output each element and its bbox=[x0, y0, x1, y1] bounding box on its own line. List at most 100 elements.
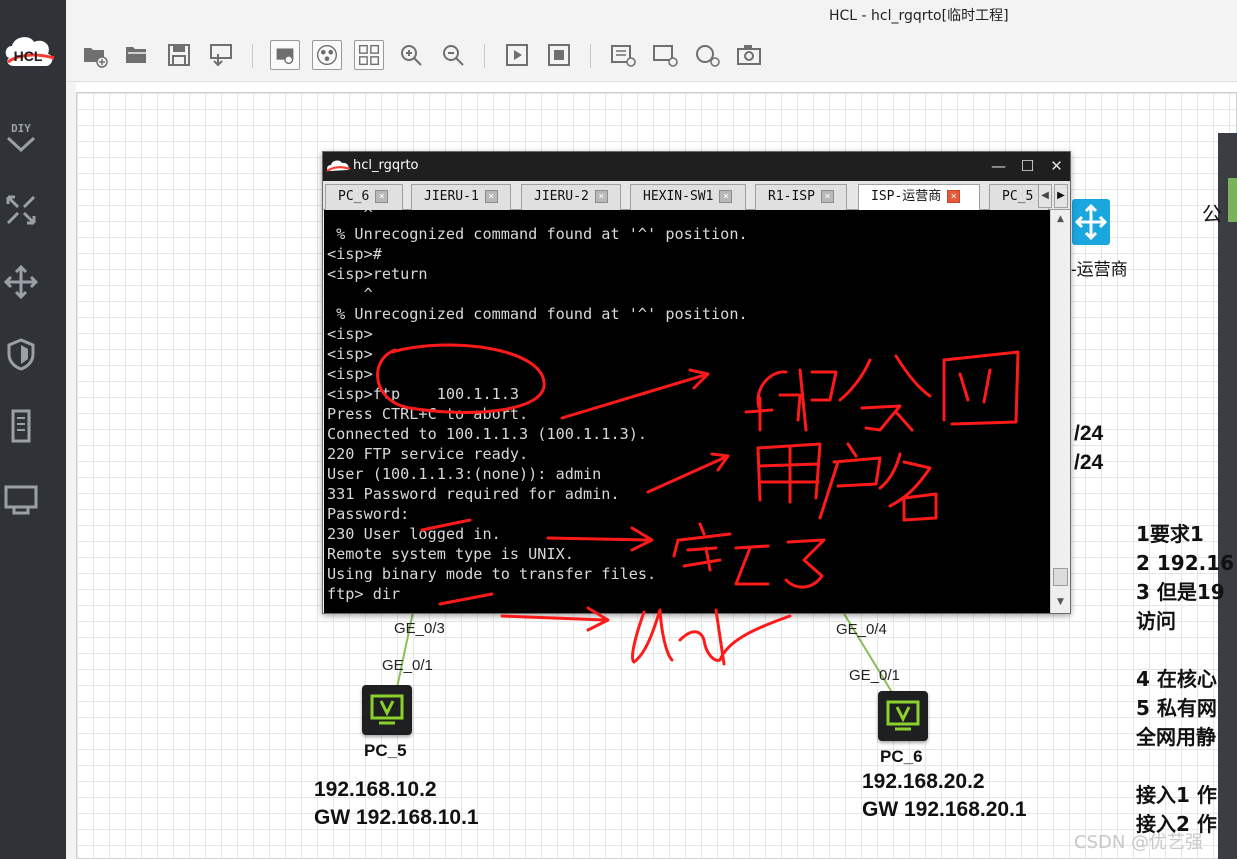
terminal-line: Using binary mode to transfer files. bbox=[327, 565, 657, 583]
isp-device-label: -运营商 bbox=[1071, 255, 1128, 280]
subnet-label-2: /24 bbox=[1074, 451, 1104, 474]
pc5-device-icon[interactable] bbox=[362, 685, 412, 735]
export-icon[interactable] bbox=[206, 40, 236, 70]
terminal-line: <isp> bbox=[327, 365, 373, 383]
tab-isp-operator[interactable]: ISP-运营商 × bbox=[858, 184, 980, 210]
save-icon[interactable] bbox=[164, 40, 194, 70]
terminal-tabbar: PC_6 × JIERU-1 × JIERU-2 × HEXIN-SW1 × R1-IS… bbox=[323, 181, 1070, 210]
add-rectangle-icon[interactable] bbox=[650, 40, 680, 70]
terminal-line: Connected to 100.1.1.3 (100.1.1.3). bbox=[327, 425, 648, 443]
router-icon[interactable] bbox=[4, 193, 38, 227]
add-text-icon[interactable] bbox=[608, 40, 638, 70]
start-all-icon[interactable] bbox=[502, 40, 532, 70]
add-ellipse-icon[interactable] bbox=[692, 40, 722, 70]
tab-label: ISP-运营商 bbox=[871, 189, 942, 204]
terminal-line: Password: bbox=[327, 505, 410, 523]
note-line: 3 但是19 bbox=[1136, 580, 1225, 604]
close-button[interactable]: ✕ bbox=[1042, 152, 1071, 181]
note-line: 2 192.16 bbox=[1136, 551, 1235, 575]
zoom-in-icon[interactable] bbox=[396, 40, 426, 70]
hcl-cloud-icon bbox=[326, 160, 351, 172]
svg-text:HCL: HCL bbox=[14, 48, 43, 64]
toolbar-separator bbox=[252, 44, 253, 68]
diy-icon[interactable]: DIY bbox=[4, 118, 38, 152]
tab-scroll-right-icon[interactable]: ▶ bbox=[1054, 184, 1068, 208]
tab-close-icon[interactable]: × bbox=[484, 190, 498, 203]
terminal-line: <isp>return bbox=[327, 265, 428, 283]
svg-text:DIY: DIY bbox=[11, 122, 31, 135]
offscreen-device-icon bbox=[1228, 178, 1237, 222]
terminal-titlebar[interactable]: hcl_rgqrto — ☐ ✕ bbox=[323, 152, 1070, 181]
pc6-ip: 192.168.20.2 bbox=[862, 770, 985, 793]
pc6-gateway: GW 192.168.20.1 bbox=[862, 798, 1027, 821]
terminal-output[interactable]: ^ % Unrecognized command found at '^' po… bbox=[324, 210, 1050, 613]
tab-label: PC_5 bbox=[1002, 189, 1034, 204]
tab-close-icon[interactable]: × bbox=[820, 190, 834, 203]
server-icon[interactable] bbox=[4, 409, 38, 443]
tab-close-icon[interactable]: × bbox=[719, 190, 733, 203]
left-sidebar: HCL DIY bbox=[0, 0, 66, 859]
tab-close-icon[interactable]: × bbox=[594, 190, 608, 203]
terminal-line: 220 FTP service ready. bbox=[327, 445, 529, 463]
terminal-line: ^ bbox=[327, 285, 373, 303]
pc5-ip: 192.168.10.2 bbox=[314, 778, 437, 801]
tab-hexin-sw1[interactable]: HEXIN-SW1 × bbox=[630, 184, 746, 210]
maximize-button[interactable]: ☐ bbox=[1013, 152, 1042, 181]
notes-block: 1要求1 2 192.16 3 但是19 访问 4 在核心 5 私有网 全网用静… bbox=[1136, 520, 1234, 839]
port-label-pc5-lower: GE_0/1 bbox=[382, 657, 433, 674]
switch-icon[interactable] bbox=[4, 265, 38, 299]
new-project-icon[interactable] bbox=[80, 40, 110, 70]
tab-close-icon[interactable]: × bbox=[375, 190, 389, 203]
scroll-down-icon[interactable]: ▼ bbox=[1054, 596, 1067, 609]
scroll-up-icon[interactable]: ▲ bbox=[1054, 213, 1067, 226]
pc-monitor-icon bbox=[370, 694, 404, 725]
note-line: 全网用静 bbox=[1136, 725, 1216, 749]
tab-label: HEXIN-SW1 bbox=[643, 189, 714, 204]
terminal-icon[interactable] bbox=[4, 481, 38, 515]
tab-scroll-left-icon[interactable]: ◀ bbox=[1038, 184, 1052, 208]
title-bar: HCL - hcl_rgqrto[临时工程] bbox=[66, 0, 1237, 30]
layout-grid-icon[interactable] bbox=[354, 40, 384, 70]
pc6-device-icon[interactable] bbox=[878, 691, 928, 741]
tab-jieru-2[interactable]: JIERU-2 × bbox=[521, 184, 621, 210]
terminal-line: Remote system type is UNIX. bbox=[327, 545, 574, 563]
tab-close-icon[interactable]: × bbox=[947, 190, 961, 203]
pc5-gateway: GW 192.168.10.1 bbox=[314, 806, 479, 829]
note-line: 接入1 作 bbox=[1136, 783, 1217, 807]
screenshot-icon[interactable] bbox=[734, 40, 764, 70]
tab-r1-isp[interactable]: R1-ISP × bbox=[755, 184, 847, 210]
stop-all-icon[interactable] bbox=[544, 40, 574, 70]
device-display-icon[interactable] bbox=[270, 40, 300, 70]
toolbar-separator bbox=[484, 44, 485, 68]
watermark: CSDN @优艺强 bbox=[1074, 832, 1204, 853]
tab-pc6[interactable]: PC_6 × bbox=[325, 184, 403, 210]
tab-jieru-1[interactable]: JIERU-1 × bbox=[411, 184, 511, 210]
terminal-line: 331 Password required for admin. bbox=[327, 485, 620, 503]
isp-label-text: 运营商 bbox=[1076, 260, 1128, 279]
terminal-scrollbar[interactable]: ▲ ▼ bbox=[1050, 210, 1069, 613]
pc5-name: PC_5 bbox=[364, 741, 407, 760]
port-label-pc5-upper: GE_0/3 bbox=[394, 620, 445, 637]
terminal-line: 230 User logged in. bbox=[327, 525, 501, 543]
scroll-thumb[interactable] bbox=[1053, 568, 1068, 586]
terminal-line: User (100.1.1.3:(none)): admin bbox=[327, 465, 602, 483]
zoom-out-icon[interactable] bbox=[438, 40, 468, 70]
terminal-line: <isp> bbox=[327, 345, 373, 363]
subnet-label-1: /24 bbox=[1074, 422, 1104, 445]
isp-router-icon[interactable] bbox=[1071, 198, 1111, 246]
open-project-icon[interactable] bbox=[122, 40, 152, 70]
topology-icon[interactable] bbox=[312, 40, 342, 70]
minimize-button[interactable]: — bbox=[984, 152, 1013, 181]
terminal-line: ^ bbox=[327, 210, 373, 223]
tab-label: R1-ISP bbox=[768, 189, 815, 204]
terminal-line: ftp> dir bbox=[327, 585, 401, 603]
tab-label: PC_6 bbox=[338, 189, 370, 204]
note-line: 5 私有网 bbox=[1136, 696, 1217, 720]
toolbar bbox=[66, 30, 1237, 82]
firewall-icon[interactable] bbox=[4, 337, 38, 371]
tab-label: JIERU-2 bbox=[534, 189, 589, 204]
pc-monitor-icon bbox=[886, 700, 920, 731]
terminal-title: hcl_rgqrto bbox=[353, 158, 419, 173]
terminal-line: Press CTRL+C to abort. bbox=[327, 405, 529, 423]
terminal-window[interactable]: hcl_rgqrto — ☐ ✕ PC_6 × JIERU-1 × JIERU-2 ×… bbox=[322, 151, 1071, 614]
